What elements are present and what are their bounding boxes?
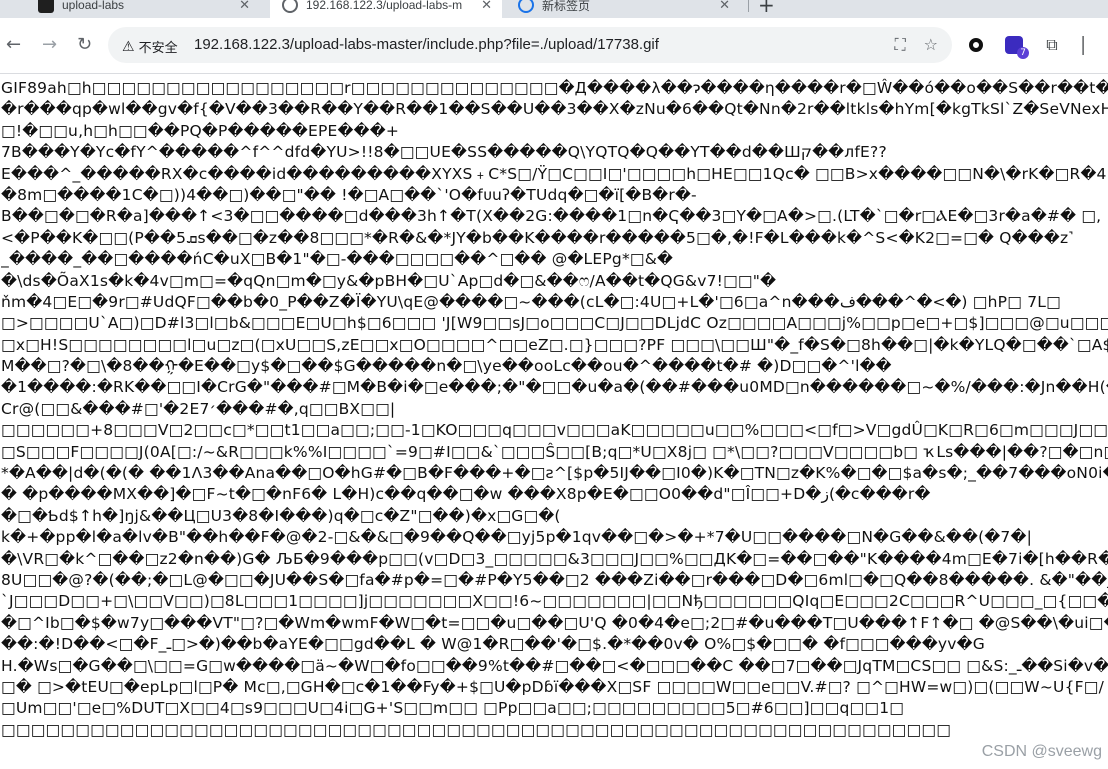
gif-text-line: □□□□□□□□□□□□□□□□□□□□□□□□□□□□□□□□□□□□□□□□… — [1, 720, 952, 739]
browser-toolbar: ← → ↻ ⚠ 不安全 192.168.122.3/upload-labs-ma… — [0, 18, 1108, 74]
reload-button[interactable]: ↻ — [77, 35, 92, 55]
gif-text-line: M��□?�□\�8��ᠭ�E��□y$�□��$G�����n�□\ye��o… — [1, 357, 892, 376]
gif-text-line: Cr@(□□&���#□'�2E׳7���#�,q□□BX□□| — [1, 399, 396, 418]
gif-text-line: �\VR□�k^□��□z2�n��)G� ЉБ�9���p□□(v□D□3_□… — [1, 549, 1108, 568]
csdn-watermark: CSDN @sveewg — [981, 743, 1102, 760]
gif-text-line: □Um□□'□e□%DUT□X□□4□s9□□□U□4i□G+'S□□m□□ □… — [1, 699, 905, 718]
close-icon[interactable]: ✕ — [481, 0, 492, 13]
gif-text-line: �□^Ib□�$�w7y□���VT"□?□�Wm�wmF�W□�t=□□�u□… — [1, 613, 1108, 632]
new-tab-button[interactable]: + — [758, 0, 775, 17]
warning-triangle-icon: ⚠ — [122, 38, 135, 54]
tab-strip: upload-labs ✕ 192.168.122.3/upload-labs-… — [0, 0, 1108, 18]
gif-text-line: □S□□□F□□□□J(0A[□:/~&R□□□k%%I□□□□`=9□#I□□… — [1, 442, 1108, 461]
puzzle-extensions-icon[interactable]: ⧉ — [1042, 35, 1062, 55]
tab-title: 192.168.122.3/upload-labs-m — [306, 0, 463, 12]
tab-upload-labs[interactable]: upload-labs ✕ — [38, 0, 260, 18]
gif-text-line: k�+�pp�l�a�lv�B"��h��F�@�2-□&�&□�9��Q��□… — [1, 528, 1033, 547]
tab-separator — [748, 0, 749, 12]
globe-icon — [282, 0, 298, 13]
gif-text-line: �1����:�RK��□□I�CrG�"���#□M�B�i�□e���;�"… — [1, 378, 1108, 397]
close-icon[interactable]: ✕ — [239, 0, 250, 13]
security-label: 不安全 — [138, 40, 178, 55]
gif-text-line: � �p����MX��]�□F~t�□�nF6� L�H)c��q��□�w … — [1, 485, 931, 504]
new-tab-icon — [518, 0, 534, 13]
gif-text-line: ��:�!D��<□�F_ـ□>�)��b�aYE�□□gd��L � W@1�… — [1, 635, 985, 654]
url-text[interactable]: 192.168.122.3/upload-labs-master/include… — [194, 36, 659, 53]
gif-text-line: □□□□□□+8□□□V□2□□c□*□□t1□□a□□;□□-1□KO□□□q… — [1, 421, 1108, 440]
gif-text-line: _����_��□����ńC�uX□B�1"�□-���□□□□��^□�� … — [1, 250, 674, 269]
gif-text-line: □� □>�tEU□�epLp□l□P� Mc□,□GH�□c�1��Fy�+$… — [1, 677, 1105, 696]
toolbar-actions: 7 ⧉ │ ⤓ — [966, 35, 1108, 59]
raw-gif-text: GIF89ah□h□□□□□□□□□□□□□□□□□r□□□□□□□□□□□□□… — [0, 74, 1108, 741]
gif-text-line: 8U□□�@?�(��;�□L@�□□�JU��S�□fa�#p�=□�#P�Y… — [1, 570, 1108, 589]
gif-text-line: □>□□□□U`A□)□D#l3□l□b&□□□E□U□h$□6□□□ 'J[W… — [1, 314, 1108, 333]
gif-text-line: *�A��|d�(�(� ��1Λ3��Ana��□O�hG#�□B�F���+… — [1, 464, 1108, 483]
back-button[interactable]: ← — [6, 35, 21, 55]
address-bar[interactable]: ⚠ 不安全 192.168.122.3/upload-labs-master/i… — [108, 27, 952, 63]
gif-text-line: □!�□□u,h□h□□��PQ�P�����EPE���+ — [1, 121, 400, 140]
forward-button[interactable]: → — [42, 35, 57, 55]
gif-text-line: ňm�4□E□�9r□#UdQF□��b�0_P��Z�Ï�YU\qE@����… — [1, 292, 1061, 311]
page-content: GIF89ah□h□□□□□□□□□□□□□□□□□r□□□□□□□□□□□□□… — [0, 74, 1108, 769]
tab-title: 新标签页 — [542, 0, 591, 13]
security-indicator[interactable]: ⚠ 不安全 — [122, 37, 178, 56]
bookmark-star-icon[interactable]: ☆ — [924, 35, 938, 55]
gif-text-line: �□�Ƅd$↑h�]ŋj&��Ц□U3�8�I���)q�□c�Z"□��)�x… — [1, 506, 561, 525]
gif-text-line: GIF89ah□h□□□□□□□□□□□□□□□□□r□□□□□□□□□□□□□… — [1, 79, 1108, 97]
translate-icon[interactable]: ⛶ — [894, 35, 905, 55]
extension-icon[interactable]: 7 — [1004, 35, 1029, 59]
profile-divider-icon: │ — [1078, 35, 1088, 55]
gif-text-line: B��□�□�R�a]���↑<3�□□����□d���3h↑�T(X��2G… — [1, 207, 1102, 226]
gif-text-line: H.�Ws□�G��□\□□=G□w����□ä~�W□�fo□□��9%t��… — [1, 656, 1108, 675]
extension-badge: 7 — [1017, 47, 1029, 59]
gif-text-line: �8m□����1C�□))4��□)��□"�� !�□A□��`'O�fᴜu… — [1, 185, 697, 204]
gif-text-line: 7B���Y�Yc�fY^�����^f^^dfd�YU>!!8�□□UE�SS… — [1, 143, 887, 162]
gif-text-line: �\ds�ÕaX1s�k�4v□m□=�qQn□m�□y&�pBH�□U`Ap□… — [1, 271, 777, 290]
gif-text-line: <�P��K�□□(P��ܩ5s��□�z��8□□□*�R�&�*JY�b��… — [1, 228, 1074, 247]
gif-text-line: `J□□□D□□+□\□□V□□)□8L□□□1□□□□]j□□□□□□□X□□… — [1, 592, 1108, 611]
download-icon[interactable]: ⤓ — [1104, 35, 1108, 55]
tab-new-tab[interactable]: 新标签页 ✕ — [518, 0, 740, 18]
tab-title: upload-labs — [62, 0, 125, 12]
gif-text-line: E���^_�����RX�c����id���������XYXS﹢C*S□/… — [1, 164, 1107, 183]
circle-extension-icon[interactable] — [966, 35, 986, 55]
close-icon[interactable]: ✕ — [719, 0, 730, 13]
upload-labs-icon — [38, 0, 54, 13]
gif-text-line: �r���qp�wl��gv�f{�V��3��R��Y��R��1��S��U… — [1, 100, 1108, 119]
tab-current-page[interactable]: 192.168.122.3/upload-labs-m ✕ — [270, 0, 502, 18]
gif-text-line: □x□H!S□□□□□□□□l□u□z□(□xU□□S,zE□□x□O□□□□^… — [1, 335, 1108, 354]
